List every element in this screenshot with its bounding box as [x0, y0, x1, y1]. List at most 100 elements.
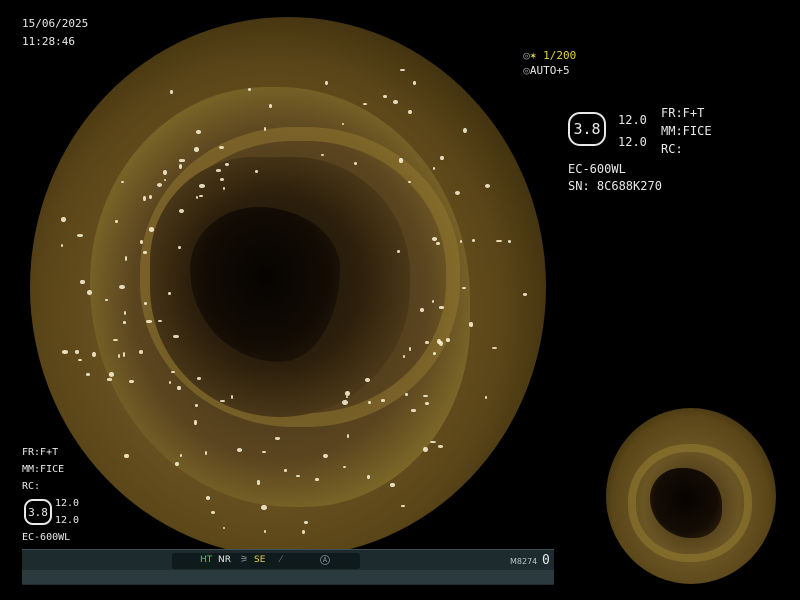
specular-highlight — [124, 256, 127, 261]
specular-highlight — [407, 180, 411, 184]
specular-highlight — [61, 244, 64, 248]
specular-highlight — [399, 68, 405, 72]
specular-highlight — [407, 109, 413, 115]
specular-highlight — [431, 299, 435, 303]
specular-highlight — [177, 245, 182, 249]
specular-highlight — [199, 184, 205, 188]
specular-highlight — [401, 504, 405, 508]
specular-highlight — [347, 433, 350, 438]
ht-indicator: HT — [200, 555, 213, 565]
specular-highlight — [162, 170, 167, 175]
specular-highlight — [169, 89, 173, 95]
specular-highlight — [210, 510, 216, 514]
status-bar: HT NR ⚞ SE ⁄ A M8274 0 — [22, 549, 554, 585]
specular-highlight — [148, 227, 154, 232]
specular-highlight — [179, 208, 185, 213]
specular-highlight — [86, 372, 91, 377]
slash-icon: ⁄ — [280, 555, 282, 565]
specular-highlight — [432, 167, 436, 170]
specular-highlight — [382, 94, 387, 99]
left-scope-model: EC-600WL — [22, 532, 71, 543]
specular-highlight — [424, 340, 429, 345]
specular-highlight — [491, 346, 498, 349]
specular-highlight — [410, 409, 417, 412]
specular-highlight — [412, 81, 417, 85]
specular-highlight — [124, 453, 130, 459]
specular-highlight — [119, 284, 125, 289]
specular-highlight — [194, 419, 197, 425]
specular-highlight — [262, 450, 266, 454]
specular-highlight — [92, 351, 96, 357]
specular-highlight — [301, 529, 305, 535]
specular-highlight — [471, 239, 476, 243]
specular-highlight — [205, 496, 210, 500]
structure-enhance-icon: ⚞ — [240, 555, 249, 565]
specular-highlight — [255, 170, 258, 173]
circle-a-icon: A — [320, 555, 330, 565]
specular-highlight — [268, 104, 272, 109]
left-scope-value-1: 12.0 — [55, 498, 80, 509]
specular-highlight — [275, 437, 281, 440]
specular-highlight — [143, 251, 147, 254]
scope-badge: 3.8 — [568, 112, 606, 146]
endoscope-main-view — [30, 17, 546, 557]
specular-highlight — [195, 129, 202, 134]
specular-highlight — [148, 194, 152, 199]
specular-highlight — [170, 370, 175, 373]
se-indicator: SE — [254, 555, 266, 565]
auto-iris-icon: ◎ — [523, 64, 530, 77]
status-bar-lower — [22, 570, 554, 584]
specular-highlight — [78, 358, 82, 362]
specular-highlight — [495, 239, 502, 243]
left-mm-label: MM:FICE — [22, 464, 65, 475]
auto-readout: ◎AUTO+5 — [523, 64, 570, 77]
specular-highlight — [468, 322, 474, 327]
specular-highlight — [284, 468, 287, 473]
specular-highlight — [179, 159, 185, 162]
specular-highlight — [257, 480, 260, 485]
specular-highlight — [437, 444, 444, 448]
specular-highlight — [430, 440, 436, 444]
specular-highlight — [62, 350, 69, 354]
fr-label: FR:F+T — [661, 106, 705, 120]
specular-highlight — [115, 219, 118, 223]
status-count: 0 — [542, 553, 550, 568]
specular-highlight — [223, 187, 226, 190]
specular-highlight — [440, 155, 444, 160]
specular-highlight — [167, 291, 171, 296]
specular-highlight — [263, 529, 266, 534]
specular-highlight — [341, 400, 348, 406]
endoscope-pip-view — [606, 408, 776, 584]
status-code: M8274 — [510, 557, 538, 566]
specular-highlight — [174, 461, 179, 467]
left-fr-label: FR:F+T — [22, 447, 59, 458]
specular-highlight — [437, 339, 441, 345]
specular-highlight — [303, 521, 308, 525]
specular-highlight — [393, 100, 398, 105]
mm-label: MM:FICE — [661, 124, 712, 138]
specular-highlight — [405, 392, 408, 397]
specular-highlight — [61, 217, 66, 222]
specular-highlight — [459, 239, 462, 244]
specular-highlight — [199, 194, 203, 198]
left-rc-label: RC: — [22, 481, 41, 492]
scope-value-2: 12.0 — [618, 135, 647, 149]
specular-highlight — [261, 504, 267, 510]
specular-highlight — [74, 350, 79, 354]
specular-highlight — [122, 321, 127, 324]
specular-highlight — [362, 103, 367, 106]
specular-highlight — [463, 128, 467, 134]
status-indicators: HT NR ⚞ SE ⁄ A — [172, 553, 360, 569]
specular-highlight — [128, 380, 134, 383]
specular-highlight — [485, 396, 488, 399]
specular-highlight — [80, 280, 85, 285]
specular-highlight — [485, 184, 491, 189]
specular-highlight — [222, 527, 225, 530]
specular-highlight — [522, 292, 528, 296]
specular-highlight — [325, 80, 329, 85]
specular-highlight — [77, 234, 83, 237]
specular-highlight — [143, 195, 146, 201]
specular-highlight — [215, 169, 221, 172]
specular-highlight — [146, 320, 152, 324]
specular-highlight — [122, 351, 125, 357]
